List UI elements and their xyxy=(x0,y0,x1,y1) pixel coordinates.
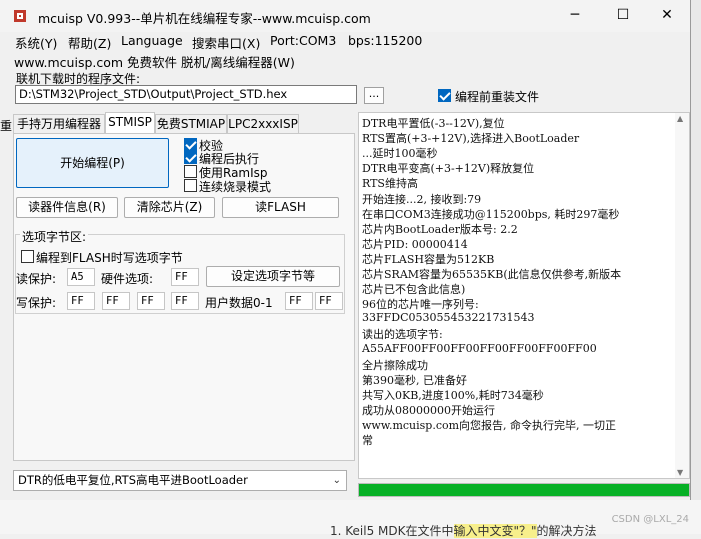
log-line: 常 xyxy=(362,434,373,448)
log-line: DTR电平变高(+3-+12V)释放复位 xyxy=(362,162,535,176)
write-protect-input-1[interactable]: FF xyxy=(102,292,130,310)
program-file-path-input[interactable]: D:\STM32\Project_STD\Output\Project_STD.… xyxy=(15,85,357,104)
log-line: 芯片内BootLoader版本号: 2.2 xyxy=(362,222,518,236)
menu-offline-programmer[interactable]: www.mcuisp.com 免费软件 脱机/离线编程器(W) xyxy=(14,52,295,71)
tab-free-stmiap[interactable]: 免费STMIAP xyxy=(155,114,227,133)
log-line: 芯片SRAM容量为65535KB(此信息仅供参考,新版本 xyxy=(362,268,622,281)
use-ramisp-checkbox[interactable] xyxy=(184,165,197,178)
user-data-input-0[interactable]: FF xyxy=(285,292,313,310)
browse-button[interactable]: ... xyxy=(364,87,384,104)
boot-mode-value: DTR的低电平复位,RTS高电平进BootLoader xyxy=(18,473,248,487)
log-line: A55AFF00FF00FF00FF00FF00FF00FF00 xyxy=(362,341,597,355)
log-line: ...延时100毫秒 xyxy=(362,147,438,161)
footer-highlight: 输入中文变"？" xyxy=(453,524,537,538)
minimize-button[interactable]: ─ xyxy=(552,0,598,32)
tab-lpc2xxxisp[interactable]: LPC2xxxISP xyxy=(227,114,299,133)
menu-port[interactable]: Port:COM3 xyxy=(270,33,336,48)
run-after-program-checkbox[interactable] xyxy=(184,151,197,164)
log-line: 芯片FLASH容量为512KB xyxy=(362,252,495,266)
log-line: RTS维持高 xyxy=(362,177,418,191)
user-data-input-1[interactable]: FF xyxy=(315,292,343,310)
menu-bps[interactable]: bps:115200 xyxy=(348,33,422,48)
menu-language[interactable]: Language xyxy=(121,33,183,48)
app-icon xyxy=(14,10,26,22)
log-line: RTS置高(+3-+12V),选择进入BootLoader xyxy=(362,132,580,146)
tab-handheld-programmer[interactable]: 手持万用编程器 xyxy=(13,114,105,133)
log-line: 读出的选项字节: xyxy=(362,328,443,342)
write-option-to-flash-checkbox[interactable] xyxy=(21,250,34,263)
tab-stmisp[interactable]: STMISP xyxy=(105,112,155,133)
log-line: DTR电平置低(-3--12V),复位 xyxy=(362,117,505,130)
log-line: 芯片已不包含此信息) xyxy=(362,283,466,297)
scroll-up-icon[interactable]: ▲ xyxy=(677,114,683,123)
write-protect-input-2[interactable]: FF xyxy=(137,292,165,310)
user-data-label: 用户数据0-1 xyxy=(205,296,273,310)
write-option-to-flash-label: 编程到FLASH时写选项字节 xyxy=(36,251,183,265)
read-protect-input[interactable]: A5 xyxy=(67,268,95,286)
background-article-link[interactable]: 1. Keil5 MDK在文件中输入中文变"？"的解决方法 xyxy=(330,522,597,539)
footer-text: 1. Keil5 MDK在文件中 xyxy=(330,524,454,538)
reload-file-label: 编程前重装文件 xyxy=(455,90,540,104)
verify-checkbox[interactable] xyxy=(184,138,197,151)
log-line: 第390毫秒, 已准备好 xyxy=(362,373,467,387)
progress-fill xyxy=(359,484,689,496)
log-line: 成功从08000000开始运行 xyxy=(362,403,495,417)
start-programming-button[interactable]: 开始编程(P) xyxy=(16,138,169,188)
log-line: 全片擦除成功 xyxy=(362,358,428,372)
reload-file-checkbox[interactable] xyxy=(438,89,451,102)
log-line: 33FFDC053055453221731543 xyxy=(362,311,535,325)
log-scrollbar[interactable] xyxy=(675,113,689,478)
tab-edge-label: 重 xyxy=(0,119,13,133)
write-protect-input-3[interactable]: FF xyxy=(171,292,199,310)
close-button[interactable]: ✕ xyxy=(644,0,690,32)
log-line: 共写入0KB,进度100%,耗时734毫秒 xyxy=(362,388,544,402)
log-line: 在串口COM3连接成功@115200bps, 耗时297毫秒 xyxy=(362,207,620,221)
menu-search-port[interactable]: 搜索串口(X) xyxy=(192,33,260,52)
log-line: 96位的芯片唯一序列号: xyxy=(362,298,479,312)
menu-help[interactable]: 帮助(Z) xyxy=(68,33,111,52)
log-line: www.mcuisp.com向您报告, 命令执行完毕, 一切正 xyxy=(362,419,617,432)
clear-chip-button[interactable]: 清除芯片(Z) xyxy=(124,197,215,218)
menu-system[interactable]: 系统(Y) xyxy=(15,33,57,52)
window-title: mcuisp V0.993--单片机在线编程专家--www.mcuisp.com xyxy=(38,11,371,26)
chevron-down-icon: ⌄ xyxy=(332,475,341,486)
scroll-down-icon[interactable]: ▼ xyxy=(677,468,683,477)
hw-option-input[interactable]: FF xyxy=(171,268,199,286)
read-protect-label: 读保护: xyxy=(16,272,57,286)
maximize-button[interactable]: ☐ xyxy=(600,0,646,32)
write-protect-input-0[interactable]: FF xyxy=(67,292,95,310)
hw-option-label: 硬件选项: xyxy=(101,272,154,286)
progress-bar xyxy=(358,483,690,497)
read-flash-button[interactable]: 读FLASH xyxy=(222,197,339,218)
write-protect-label: 写保护: xyxy=(16,296,57,310)
watermark: CSDN @LXL_24 xyxy=(611,514,689,525)
background-scrollbar xyxy=(690,0,701,534)
footer-tail: 的解决方法 xyxy=(536,524,597,538)
read-device-info-button[interactable]: 读器件信息(R) xyxy=(16,197,118,218)
continuous-burn-label: 连续烧录模式 xyxy=(199,180,272,194)
log-line: 芯片PID: 00000414 xyxy=(362,237,468,251)
option-bytes-title: 选项字节区: xyxy=(20,228,89,245)
log-line: 开始连接...2, 接收到:79 xyxy=(362,192,482,206)
continuous-burn-checkbox[interactable] xyxy=(184,179,197,192)
set-option-bytes-button[interactable]: 设定选项字节等 xyxy=(206,266,340,287)
boot-mode-dropdown[interactable]: DTR的低电平复位,RTS高电平进BootLoader ⌄ xyxy=(13,470,347,491)
